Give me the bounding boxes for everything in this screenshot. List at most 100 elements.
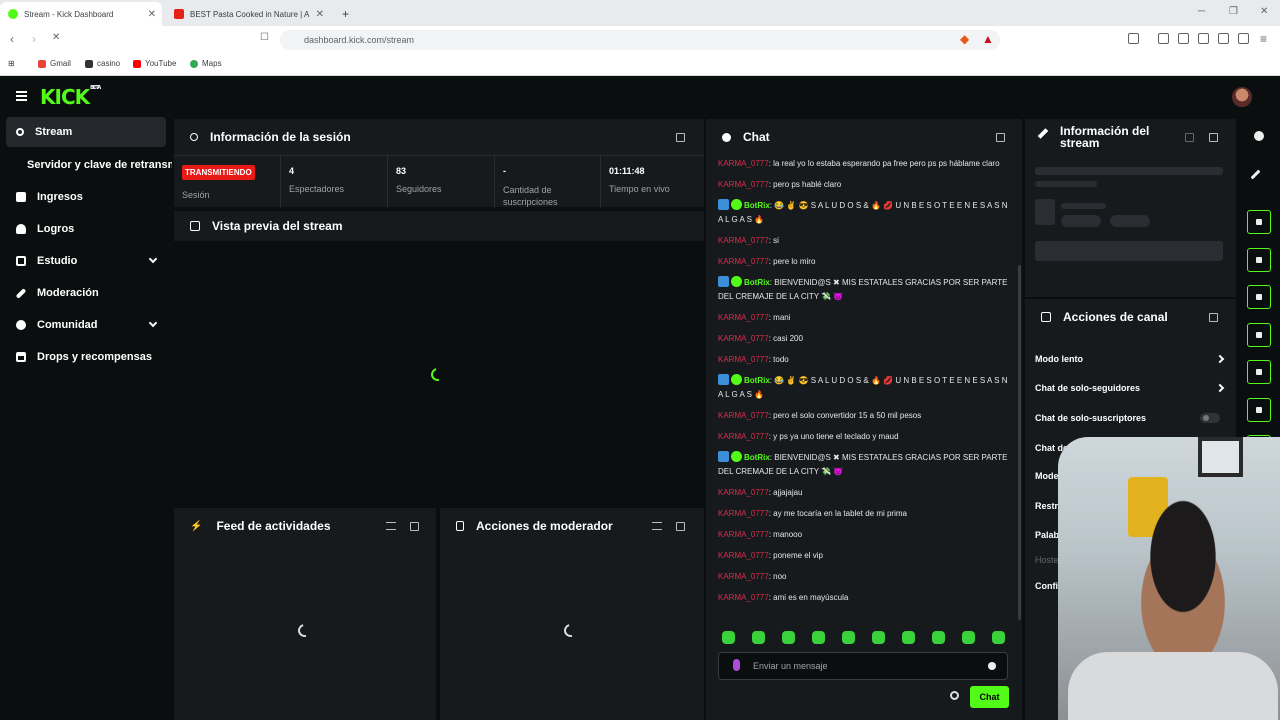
chat-username[interactable]: KARMA_0777 [718,509,769,518]
sidebar-item-logros[interactable]: Logros [0,213,172,245]
sidebar-item-stream[interactable]: Stream [6,117,166,147]
close-window-icon[interactable]: ✕ [1260,6,1268,17]
chat-username[interactable]: KARMA_0777 [718,180,769,189]
menu-icon[interactable]: ≡ [1260,32,1267,46]
rail-button-modlog[interactable] [1247,285,1271,309]
music-icon[interactable] [1158,33,1169,44]
edit-icon[interactable] [1250,169,1261,180]
bookmark-casino[interactable]: casino [85,59,120,68]
sidebar-item-server-key[interactable]: Servidor y clave de retransmisión [0,149,172,181]
sidebar-item-ingresos[interactable]: Ingresos [0,181,172,213]
followers-only-row[interactable]: Chat de solo-seguidores [1035,383,1225,393]
bookmark-maps[interactable]: Maps [190,59,222,68]
rail-button-activity[interactable] [1247,248,1271,272]
hamburger-icon[interactable] [16,91,27,103]
emote-icon[interactable] [962,631,975,644]
bookmark-icon[interactable]: ☐ [260,32,269,43]
close-tab-icon[interactable]: ✕ [316,9,324,20]
filter-icon[interactable] [652,522,662,530]
loading-spinner [428,365,447,384]
chat-username[interactable]: KARMA_0777 [718,488,769,497]
chat-username[interactable]: KARMA_0777 [718,159,769,168]
close-tab-icon[interactable]: ✕ [148,9,156,20]
popout-icon[interactable] [1209,313,1218,322]
emote-icon[interactable] [842,631,855,644]
chat-username[interactable]: KARMA_0777 [718,551,769,560]
emote-icon[interactable] [752,631,765,644]
popout-icon[interactable] [676,522,685,531]
kick-logo[interactable]: KICKBETA [40,85,101,109]
canal-row[interactable]: Palab [1035,530,1059,540]
rail-button-chat[interactable] [1247,323,1271,347]
chat-username[interactable]: BotRix [744,376,770,385]
emote-icon[interactable] [812,631,825,644]
sidebar-item-comunidad[interactable]: Comunidad [0,309,172,341]
brave-shield-icon[interactable]: ◆ [960,32,969,46]
chat-username[interactable]: KARMA_0777 [718,236,769,245]
back-icon[interactable]: ‹ [10,32,14,46]
emote-icon[interactable] [722,631,735,644]
chat-username[interactable]: BotRix [744,201,770,210]
browser-tab-active[interactable]: Stream - Kick Dashboard ✕ [0,2,162,26]
chat-input[interactable]: Enviar un mensaje [718,652,1008,680]
popout-icon[interactable] [676,133,685,142]
url-field[interactable]: dashboard.kick.com/stream [280,30,1000,50]
emoji-icon[interactable] [988,662,996,670]
sidebar-icon[interactable] [1178,33,1189,44]
wallet-icon[interactable] [1198,33,1209,44]
canal-row[interactable]: Mode [1035,471,1059,481]
chat-scrollbar[interactable] [1018,265,1021,620]
emote-icon[interactable] [992,631,1005,644]
chat-username[interactable]: KARMA_0777 [718,313,769,322]
vpn-icon[interactable] [1238,33,1249,44]
chat-username[interactable]: KARMA_0777 [718,432,769,441]
apps-grid-icon[interactable]: ⊞ [8,59,15,68]
chat-username[interactable]: BotRix [744,278,770,287]
rail-button-session[interactable] [1247,360,1271,384]
popout-icon[interactable] [1209,133,1218,142]
bookmark-gmail[interactable]: Gmail [38,59,71,68]
sidebar-item-drops[interactable]: Drops y recompensas [0,341,172,373]
stop-loading-icon[interactable]: ✕ [52,32,60,43]
rewards-icon[interactable]: ▲ [982,32,994,46]
chat-username[interactable]: KARMA_0777 [718,334,769,343]
edit-icon[interactable] [1185,133,1194,142]
chat-text: : si [768,236,779,245]
ai-icon[interactable] [1218,33,1229,44]
chat-username[interactable]: KARMA_0777 [718,355,769,364]
send-chat-button[interactable]: Chat [970,686,1009,708]
sidebar-item-moderacion[interactable]: Moderación [0,277,172,309]
subs-only-toggle[interactable] [1200,413,1220,423]
chat-username[interactable]: KARMA_0777 [718,411,769,420]
emote-icon[interactable] [782,631,795,644]
restore-icon[interactable]: ❐ [1229,6,1238,17]
canal-row[interactable]: Hoste [1035,555,1059,565]
canal-row[interactable]: Confi [1035,581,1058,591]
forward-icon[interactable]: › [32,32,36,46]
chat-username[interactable]: KARMA_0777 [718,257,769,266]
sidebar-item-estudio[interactable]: Estudio [0,245,172,277]
bookmark-youtube[interactable]: YouTube [133,59,176,68]
chat-username[interactable]: BotRix [744,453,770,462]
emote-icon[interactable] [902,631,915,644]
chat-username[interactable]: KARMA_0777 [718,593,769,602]
emote-icon[interactable] [932,631,945,644]
popout-icon[interactable] [410,522,419,531]
chat-settings-icon[interactable] [950,691,959,700]
rail-button-preview[interactable] [1247,210,1271,234]
info-icon[interactable] [1254,131,1264,141]
canal-row[interactable]: Restr [1035,501,1058,511]
chat-username[interactable]: KARMA_0777 [718,572,769,581]
slow-mode-row[interactable]: Modo lento [1035,354,1225,364]
popout-icon[interactable] [996,133,1005,142]
new-tab-button[interactable]: + [334,2,357,26]
rail-button-channel-actions[interactable] [1247,398,1271,422]
filter-icon[interactable] [386,522,396,530]
emote-icon[interactable] [872,631,885,644]
avatar[interactable] [1232,87,1252,107]
minimize-icon[interactable]: ─ [1198,6,1205,17]
extension-icon[interactable] [1128,33,1139,44]
browser-tab[interactable]: BEST Pasta Cooked in Nature | A ✕ [166,2,330,26]
chat-username[interactable]: KARMA_0777 [718,530,769,539]
mic-icon[interactable] [733,659,740,671]
